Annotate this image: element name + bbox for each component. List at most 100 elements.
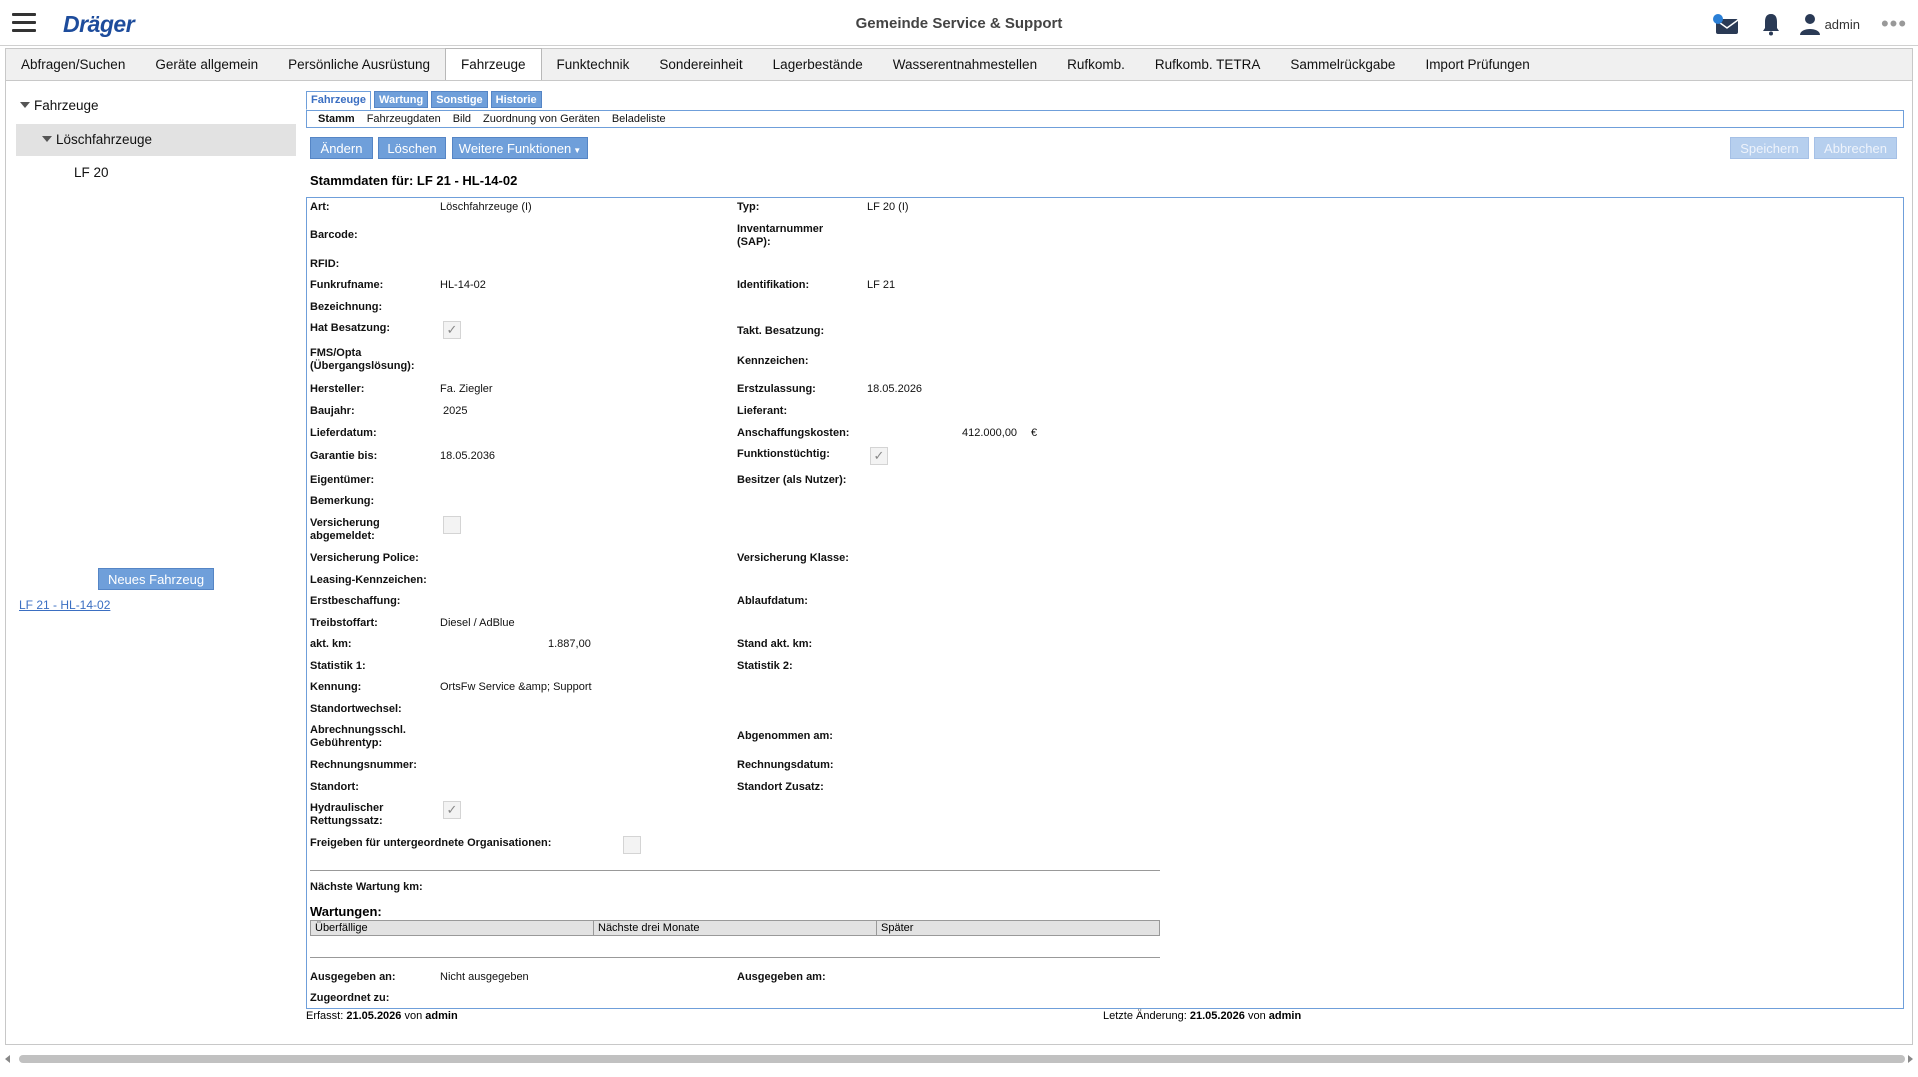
scroll-left-arrow-icon[interactable] xyxy=(5,1055,10,1063)
label-identifikation: Identifikation: xyxy=(737,279,810,291)
tree-item-lf20[interactable]: LF 20 xyxy=(74,165,109,180)
column-ueberfaellige[interactable]: Überfällige xyxy=(311,921,594,935)
main-tab[interactable]: Import Prüfungen xyxy=(1410,49,1544,81)
hat-besatzung-checkbox[interactable]: ✓ xyxy=(443,321,461,339)
tab-zuordnung[interactable]: Zuordnung von Geräten xyxy=(483,113,600,125)
checkmark-icon: ✓ xyxy=(446,802,458,817)
mail-icon[interactable] xyxy=(1711,10,1741,38)
value-baujahr[interactable]: 2025 xyxy=(443,405,467,418)
value-identifikation[interactable]: LF 21 xyxy=(867,279,895,292)
label-line: Hydraulischer xyxy=(310,802,384,814)
value-ausgegeben-an: Nicht ausgegeben xyxy=(440,971,529,983)
main-tab[interactable]: Fahrzeuge xyxy=(445,48,542,81)
more-options-icon[interactable]: ••• xyxy=(1880,10,1908,38)
main-tab[interactable]: Funktechnik xyxy=(542,49,645,81)
footer-user: admin xyxy=(1268,1010,1302,1022)
label-bezeichnung: Bezeichnung: xyxy=(310,301,383,313)
label-lieferdatum: Lieferdatum: xyxy=(310,427,377,439)
main-tab[interactable]: Sondereinheit xyxy=(644,49,757,81)
tab-fahrzeugdaten[interactable]: Fahrzeugdaten xyxy=(367,113,441,125)
expand-triangle-icon[interactable] xyxy=(20,102,30,108)
tab-beladeliste[interactable]: Beladeliste xyxy=(612,113,666,125)
label-abgenommen-am: Abgenommen am: xyxy=(737,730,833,742)
label-funkrufname: Funkrufname: xyxy=(310,279,384,291)
label-standortwechsel: Standortwechsel: xyxy=(310,703,402,715)
main-tab[interactable]: Rufkomb. xyxy=(1052,49,1140,81)
currency-euro: € xyxy=(1031,427,1038,439)
hydraulischer-rettungssatz-checkbox[interactable]: ✓ xyxy=(443,801,461,819)
user-icon[interactable] xyxy=(1799,10,1821,38)
horizontal-scrollbar[interactable] xyxy=(5,1053,1913,1065)
tree-item-fahrzeuge[interactable]: Fahrzeuge xyxy=(20,98,99,113)
user-name[interactable]: admin xyxy=(1825,17,1860,32)
value-kennung[interactable]: OrtsFw Service &amp; Support xyxy=(440,681,592,694)
tab-stamm[interactable]: Stamm xyxy=(318,113,355,125)
sub-tabs: Fahrzeuge Wartung Sonstige Historie xyxy=(306,91,542,110)
label-typ: Typ: xyxy=(737,201,760,213)
column-naechste-drei-monate[interactable]: Nächste drei Monate xyxy=(594,921,877,935)
value-funkrufname[interactable]: HL-14-02 xyxy=(440,279,486,292)
value-anschaffungskosten[interactable]: 412.000,00 xyxy=(962,427,1017,440)
label-stand-akt-km: Stand akt. km: xyxy=(737,638,813,650)
more-functions-button[interactable]: Weitere Funktionen ▼ xyxy=(452,137,588,159)
bell-icon[interactable] xyxy=(1759,10,1783,38)
tree-item-label: Löschfahrzeuge xyxy=(56,132,153,147)
label-versicherung-police: Versicherung Police: xyxy=(310,552,419,564)
main-tab[interactable]: Sammelrückgabe xyxy=(1275,49,1410,81)
value-typ[interactable]: LF 20 (I) xyxy=(867,201,909,214)
cancel-button[interactable]: Abbrechen xyxy=(1814,137,1897,159)
delete-button[interactable]: Löschen xyxy=(378,137,446,159)
tab-bild[interactable]: Bild xyxy=(453,113,471,125)
main-tab[interactable]: Persönliche Ausrüstung xyxy=(273,49,445,81)
main-tab[interactable]: Geräte allgemein xyxy=(140,49,273,81)
versicherung-abgemeldet-checkbox[interactable] xyxy=(443,516,461,534)
subtab-fahrzeuge[interactable]: Fahrzeuge xyxy=(306,91,372,110)
wartungen-title: Wartungen: xyxy=(310,904,382,919)
divider xyxy=(310,957,1160,958)
label-freigeben: Freigeben für untergeordnete Organisatio… xyxy=(310,837,552,849)
value-akt-km[interactable]: 1.887,00 xyxy=(548,638,591,651)
value-art[interactable]: Löschfahrzeuge (I) xyxy=(440,201,532,214)
label-barcode: Barcode: xyxy=(310,229,358,241)
label-art: Art: xyxy=(310,201,330,213)
label-naechste-wartung-km: Nächste Wartung km: xyxy=(310,881,423,893)
label-garantie-bis: Garantie bis: xyxy=(310,450,378,462)
value-hersteller[interactable]: Fa. Ziegler xyxy=(440,383,493,396)
column-spaeter[interactable]: Später xyxy=(877,921,1159,935)
checkmark-icon: ✓ xyxy=(446,322,458,337)
label-anschaffungskosten: Anschaffungskosten: xyxy=(737,427,850,439)
label-leasing-kennzeichen: Leasing-Kennzeichen: xyxy=(310,574,427,586)
scrollbar-thumb[interactable] xyxy=(19,1055,1905,1063)
subtab-wartung[interactable]: Wartung xyxy=(374,91,429,108)
main-tab[interactable]: Rufkomb. TETRA xyxy=(1140,49,1276,81)
save-button[interactable]: Speichern xyxy=(1730,137,1809,159)
new-vehicle-button[interactable]: Neues Fahrzeug xyxy=(98,568,214,590)
funktionstuechtig-checkbox[interactable]: ✓ xyxy=(870,447,888,465)
scroll-right-arrow-icon[interactable] xyxy=(1908,1055,1913,1063)
label-line: Abrechnungsschl. xyxy=(310,724,406,736)
label-kennzeichen: Kennzeichen: xyxy=(737,355,809,367)
label-hat-besatzung: Hat Besatzung: xyxy=(310,322,391,334)
label-ausgegeben-am: Ausgegeben am: xyxy=(737,971,826,983)
subtab-historie[interactable]: Historie xyxy=(490,91,542,108)
label-fms-opta: FMS/Opta (Übergangslösung): xyxy=(310,347,415,373)
tree-item-loeschfahrzeuge[interactable]: Löschfahrzeuge xyxy=(42,132,152,147)
top-bar: Dräger Gemeinde Service & Support admin … xyxy=(0,0,1918,46)
main-tab[interactable]: Wasserentnahmestellen xyxy=(878,49,1052,81)
main-tab[interactable]: Abfragen/Suchen xyxy=(6,49,140,81)
vehicle-link[interactable]: LF 21 - HL-14-02 xyxy=(19,598,110,612)
expand-triangle-icon[interactable] xyxy=(42,136,52,142)
change-button[interactable]: Ändern xyxy=(310,137,373,159)
tree-item-label: Fahrzeuge xyxy=(34,98,99,113)
value-erstzulassung[interactable]: 18.05.2026 xyxy=(867,383,922,396)
subtab-sonstige[interactable]: Sonstige xyxy=(431,91,488,108)
main-tab[interactable]: Lagerbestände xyxy=(758,49,878,81)
label-lieferant: Lieferant: xyxy=(737,405,788,417)
label-line: Gebührentyp: xyxy=(310,737,383,749)
footer-label: Letzte Änderung: xyxy=(1103,1010,1187,1022)
divider xyxy=(310,870,1160,871)
freigeben-checkbox[interactable] xyxy=(623,836,641,854)
more-functions-label: Weitere Funktionen xyxy=(458,141,572,156)
value-treibstoffart[interactable]: Diesel / AdBlue xyxy=(440,617,515,630)
value-garantie-bis[interactable]: 18.05.2036 xyxy=(440,450,495,463)
